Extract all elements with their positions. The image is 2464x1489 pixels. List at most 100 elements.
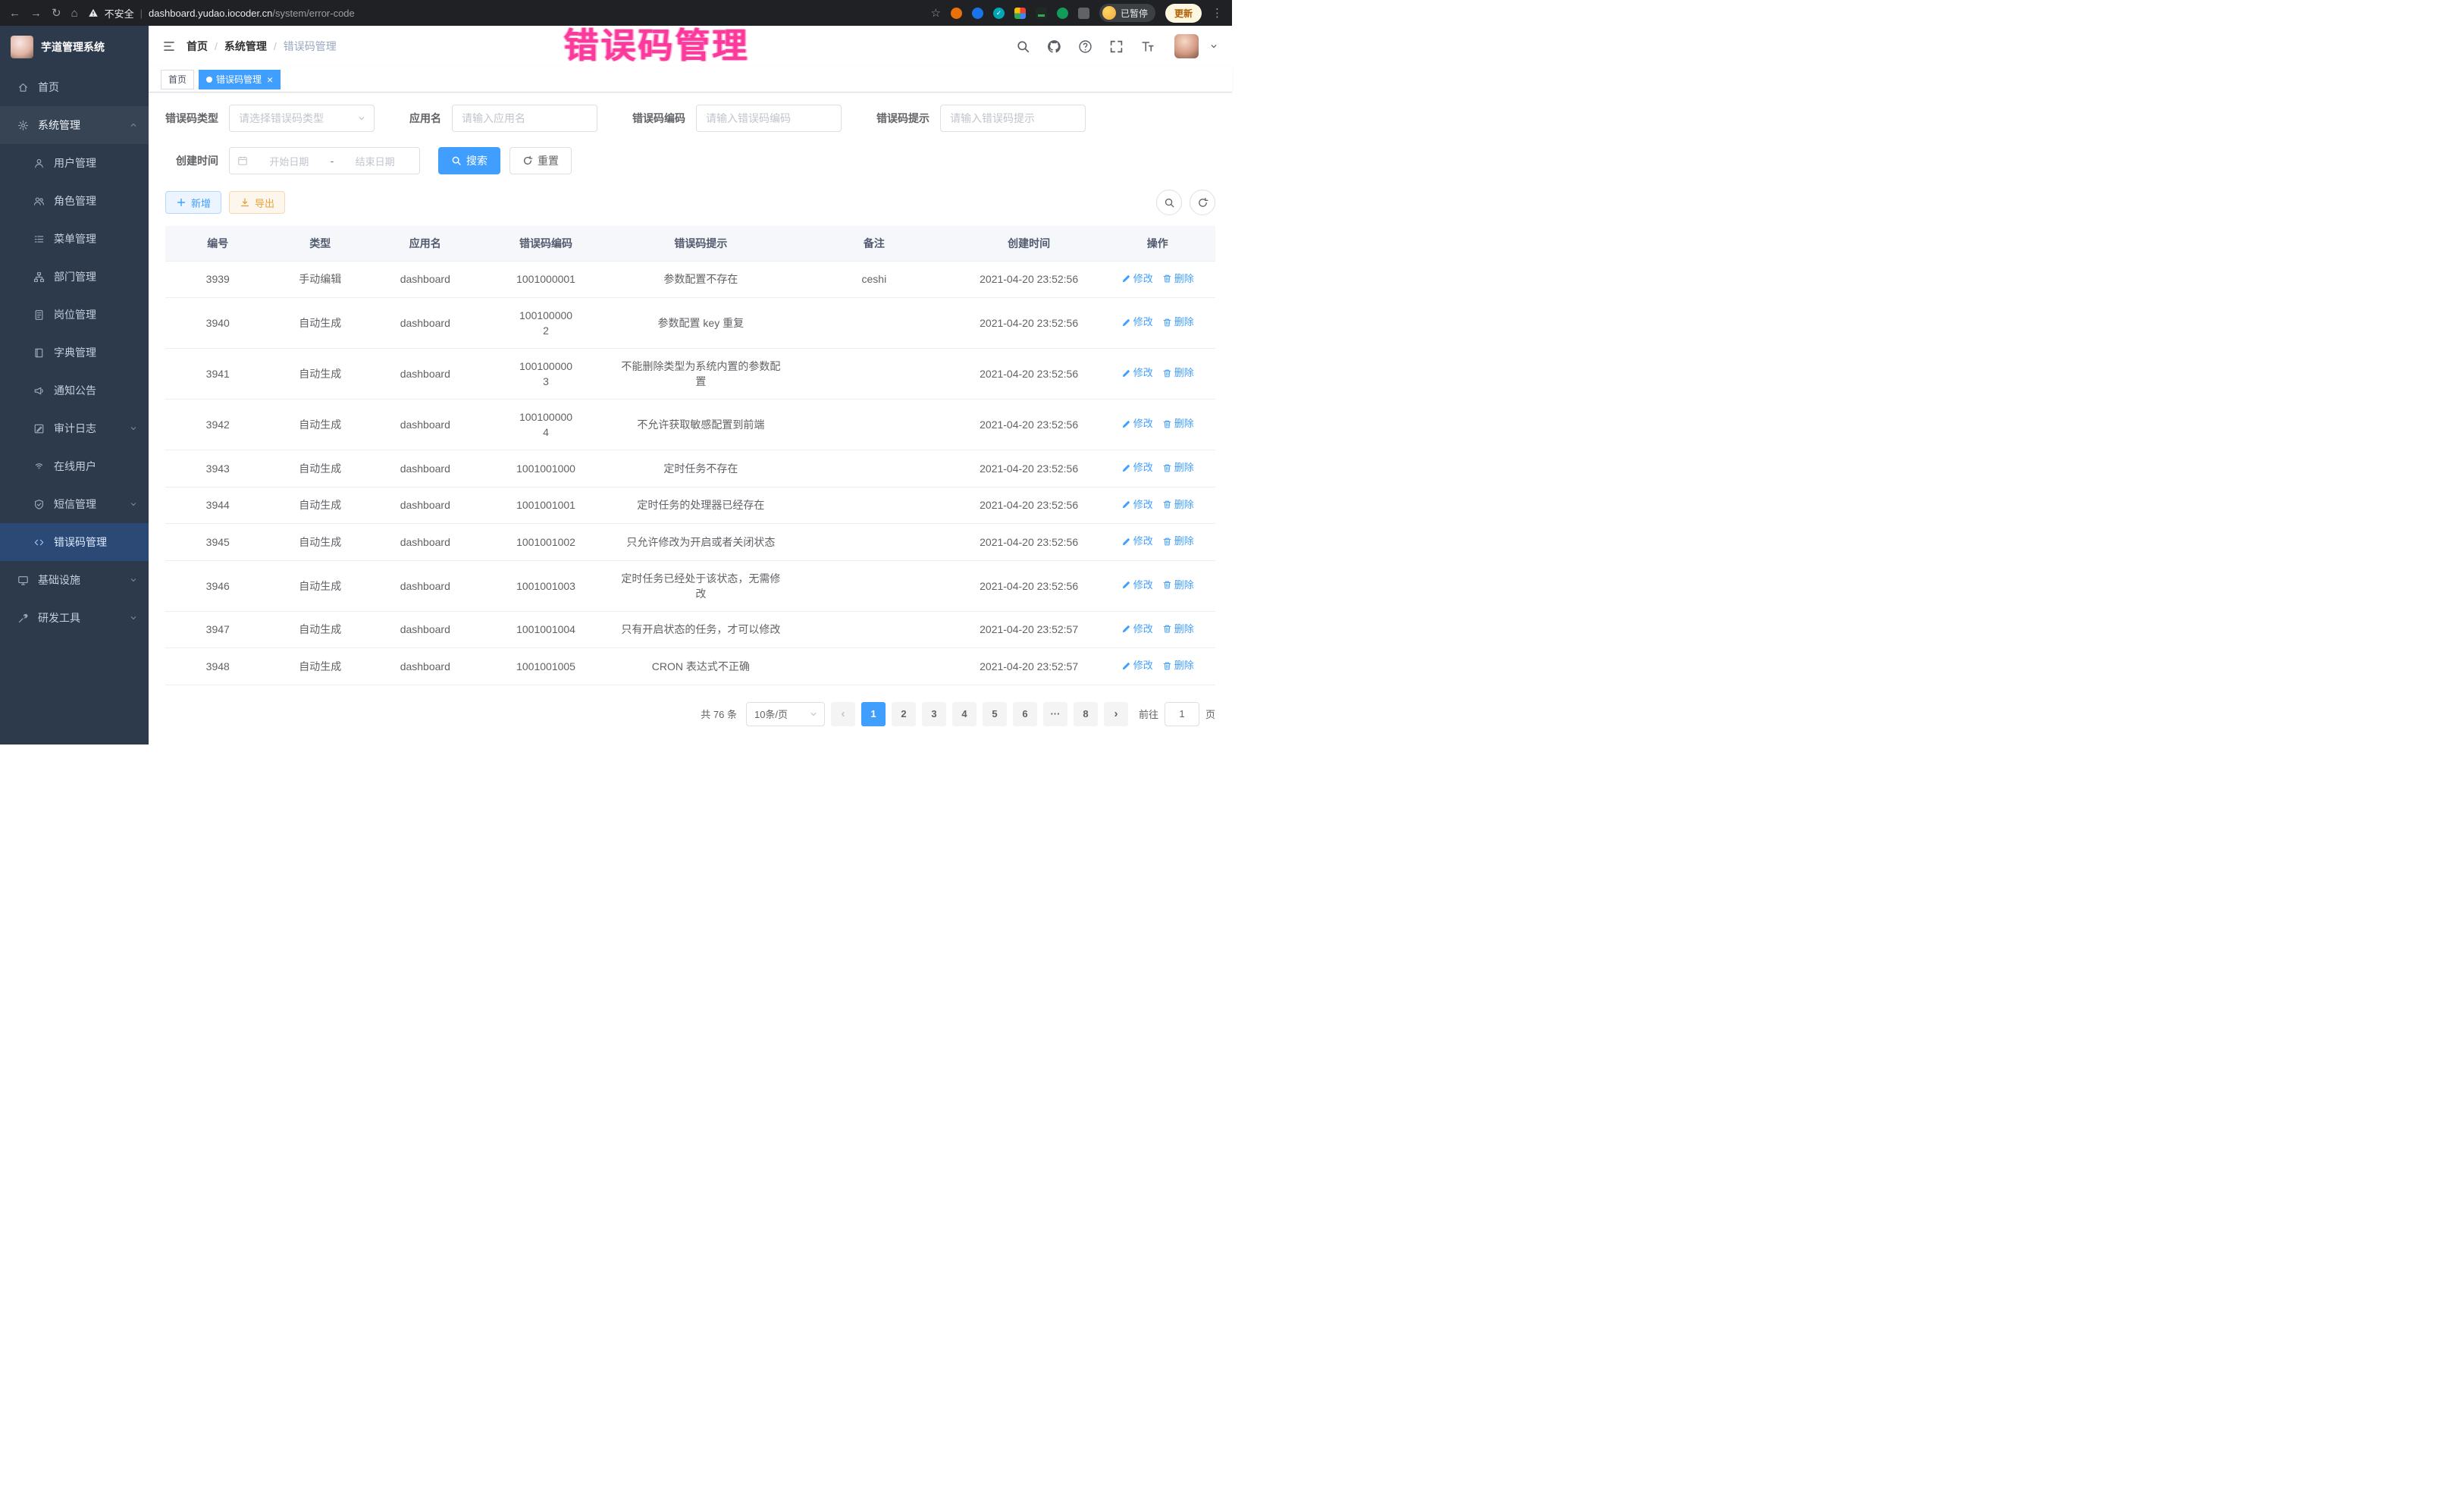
edit-link[interactable]: 修改: [1121, 622, 1153, 637]
cell-type: 自动生成: [271, 648, 371, 685]
sidebar-item-audit[interactable]: 审计日志: [0, 409, 149, 447]
page-size-select[interactable]: 10条/页: [746, 702, 825, 726]
prev-page-button[interactable]: ‹: [831, 702, 855, 726]
sidebar-item-menu[interactable]: 菜单管理: [0, 220, 149, 258]
sidebar-item-tools[interactable]: 研发工具: [0, 599, 149, 637]
sidebar-item-users[interactable]: 角色管理: [0, 182, 149, 220]
page-url[interactable]: dashboard.yudao.iocoder.cn/system/error-…: [149, 8, 355, 19]
fullscreen-icon[interactable]: [1109, 39, 1124, 54]
extension-icon[interactable]: [1057, 8, 1068, 19]
edit-link[interactable]: 修改: [1121, 534, 1153, 549]
extension-icon[interactable]: [951, 8, 962, 19]
delete-link[interactable]: 删除: [1162, 460, 1194, 475]
font-size-icon[interactable]: [1140, 39, 1155, 54]
sidebar: 芋道管理系统 首页系统管理用户管理角色管理菜单管理部门管理岗位管理字典管理通知公…: [0, 26, 149, 744]
cell-id: 3945: [165, 524, 271, 561]
sidebar-item-badge[interactable]: 岗位管理: [0, 296, 149, 334]
forward-icon[interactable]: →: [30, 8, 42, 19]
chevron-down-icon[interactable]: [1209, 42, 1218, 51]
edit-link[interactable]: 修改: [1121, 578, 1153, 593]
page-button-5[interactable]: 5: [983, 702, 1007, 726]
tag-错误码管理[interactable]: 错误码管理×: [199, 70, 281, 89]
extension-icon[interactable]: [1036, 8, 1047, 19]
edit-link[interactable]: 修改: [1121, 658, 1153, 673]
sidebar-item-user[interactable]: 用户管理: [0, 144, 149, 182]
back-icon[interactable]: ←: [9, 8, 20, 19]
reload-icon[interactable]: ↻: [52, 8, 61, 19]
page-button-4[interactable]: 4: [952, 702, 977, 726]
date-range-picker[interactable]: 开始日期 - 结束日期: [229, 147, 420, 174]
table-row: 3943自动生成dashboard1001001000定时任务不存在2021-0…: [165, 450, 1215, 487]
delete-link[interactable]: 删除: [1162, 416, 1194, 431]
extension-icon[interactable]: [972, 8, 983, 19]
table-row: 3947自动生成dashboard1001001004只有开启状态的任务，才可以…: [165, 611, 1215, 648]
page-button-1[interactable]: 1: [861, 702, 886, 726]
home-icon[interactable]: ⌂: [71, 8, 78, 19]
search-button[interactable]: 搜索: [438, 147, 500, 174]
delete-link[interactable]: 删除: [1162, 622, 1194, 637]
page-button-8[interactable]: 8: [1074, 702, 1098, 726]
address-bar[interactable]: 不安全 | dashboard.yudao.iocoder.cn/system/…: [88, 6, 921, 20]
next-page-button[interactable]: ›: [1104, 702, 1128, 726]
cell-msg: 只允许修改为开启或者关闭状态: [612, 524, 790, 561]
page-button-3[interactable]: 3: [922, 702, 946, 726]
sidebar-toggle-icon[interactable]: [162, 39, 176, 53]
column-header: 应用名: [370, 226, 480, 261]
delete-link[interactable]: 删除: [1162, 534, 1194, 549]
edit-link[interactable]: 修改: [1121, 460, 1153, 475]
update-button[interactable]: 更新: [1165, 4, 1202, 23]
puzzle-extensions-icon[interactable]: [1078, 8, 1089, 19]
sidebar-item-gear[interactable]: 系统管理: [0, 106, 149, 144]
edit-link[interactable]: 修改: [1121, 416, 1153, 431]
reset-button[interactable]: 重置: [509, 147, 572, 174]
export-button[interactable]: 导出: [229, 191, 285, 214]
sidebar-item-code[interactable]: 错误码管理: [0, 523, 149, 561]
page-ellipsis[interactable]: ···: [1043, 702, 1067, 726]
page-jump-input[interactable]: [1165, 702, 1199, 726]
github-icon[interactable]: [1047, 39, 1061, 54]
delete-link[interactable]: 删除: [1162, 365, 1194, 381]
cell-id: 3943: [165, 450, 271, 487]
tag-首页[interactable]: 首页: [161, 70, 194, 89]
close-icon[interactable]: ×: [267, 74, 273, 85]
menu-kebab-icon[interactable]: ⋮: [1212, 8, 1223, 19]
avatar[interactable]: [1174, 34, 1199, 58]
bookmark-star-icon[interactable]: ☆: [931, 8, 941, 19]
delete-link[interactable]: 删除: [1162, 271, 1194, 287]
sidebar-item-label: 通知公告: [54, 383, 96, 398]
delete-link[interactable]: 删除: [1162, 658, 1194, 673]
extension-icon[interactable]: [1014, 8, 1026, 19]
add-button[interactable]: 新增: [165, 191, 221, 214]
sidebar-item-sms[interactable]: 短信管理: [0, 485, 149, 523]
extension-icon[interactable]: [993, 8, 1005, 19]
cell-msg: 参数配置不存在: [612, 261, 790, 298]
edit-link[interactable]: 修改: [1121, 271, 1153, 287]
delete-link[interactable]: 删除: [1162, 578, 1194, 593]
sidebar-item-monitor[interactable]: 基础设施: [0, 561, 149, 599]
edit-link[interactable]: 修改: [1121, 497, 1153, 513]
breadcrumb-item[interactable]: 首页: [187, 39, 208, 54]
sidebar-item-home[interactable]: 首页: [0, 68, 149, 106]
delete-link[interactable]: 删除: [1162, 497, 1194, 513]
page-jumper: 前往 页: [1139, 702, 1215, 726]
sidebar-item-online[interactable]: 在线用户: [0, 447, 149, 485]
error-msg-input[interactable]: [940, 105, 1086, 132]
error-type-select[interactable]: 请选择错误码类型: [229, 105, 375, 132]
app-name-input[interactable]: [452, 105, 597, 132]
edit-link[interactable]: 修改: [1121, 365, 1153, 381]
sidebar-item-tree[interactable]: 部门管理: [0, 258, 149, 296]
edit-link[interactable]: 修改: [1121, 315, 1153, 330]
help-icon[interactable]: [1078, 39, 1092, 54]
toggle-search-button[interactable]: [1156, 190, 1182, 215]
refresh-table-button[interactable]: [1190, 190, 1215, 215]
breadcrumb-item[interactable]: 系统管理: [224, 39, 267, 54]
profile-paused-badge[interactable]: 已暂停: [1099, 4, 1155, 22]
security-label[interactable]: 不安全: [105, 6, 134, 20]
delete-link[interactable]: 删除: [1162, 315, 1194, 330]
error-code-input[interactable]: [696, 105, 842, 132]
sidebar-item-book[interactable]: 字典管理: [0, 334, 149, 371]
sidebar-item-megaphone[interactable]: 通知公告: [0, 371, 149, 409]
page-button-2[interactable]: 2: [892, 702, 916, 726]
page-button-6[interactable]: 6: [1013, 702, 1037, 726]
search-icon[interactable]: [1016, 39, 1030, 54]
